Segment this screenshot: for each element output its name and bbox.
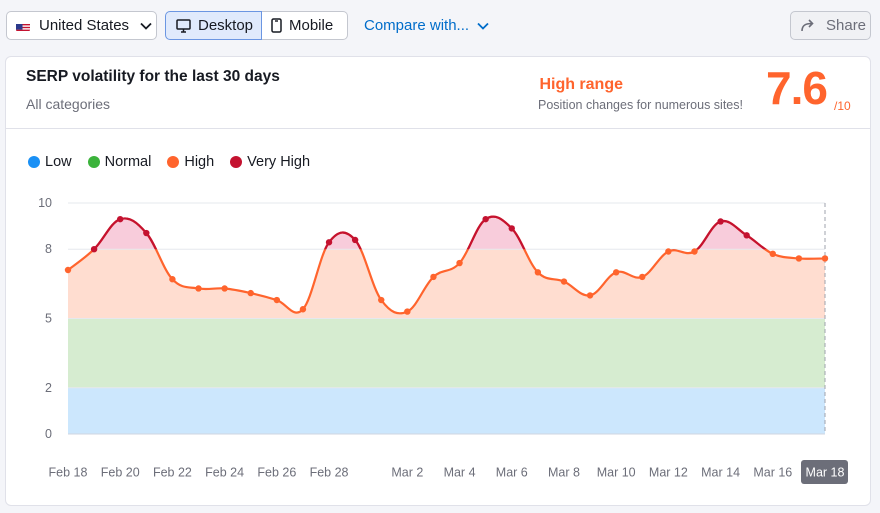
data-point — [691, 248, 698, 255]
band-high — [68, 249, 825, 319]
y-tick-label: 2 — [45, 381, 52, 395]
desktop-tab[interactable]: Desktop — [165, 11, 262, 40]
x-tick-label: Feb 28 — [310, 466, 349, 480]
data-point — [534, 269, 542, 276]
x-tick-label: Mar 6 — [496, 466, 528, 480]
x-tick-label: Feb 24 — [205, 466, 244, 480]
share-button[interactable]: Share — [790, 11, 871, 40]
data-point — [143, 229, 150, 237]
mobile-tab[interactable]: Mobile — [262, 11, 348, 40]
band-very-high — [68, 216, 825, 250]
data-point — [456, 259, 463, 267]
data-point — [90, 246, 98, 253]
y-tick-label: 0 — [45, 427, 52, 441]
data-point — [117, 215, 124, 223]
data-point — [743, 232, 750, 239]
x-tick-label: Mar 16 — [753, 466, 792, 480]
data-point — [351, 236, 359, 244]
data-point — [325, 239, 333, 246]
x-tick-label: Feb 26 — [257, 466, 296, 480]
data-point — [247, 289, 254, 297]
data-point — [273, 296, 281, 304]
x-tick-label: Mar 12 — [649, 466, 688, 480]
x-tick-label: Mar 10 — [597, 466, 636, 480]
x-tick-label-selected: Mar 18 — [806, 466, 845, 480]
share-label: Share — [826, 17, 867, 34]
country-label: United States — [39, 17, 130, 34]
compare-dropdown[interactable]: Compare with... — [364, 17, 489, 34]
x-tick-label: Feb 18 — [49, 466, 88, 480]
data-point — [665, 248, 672, 255]
data-point — [299, 306, 307, 313]
mobile-label: Mobile — [289, 17, 334, 34]
x-tick-label: Mar 8 — [548, 466, 580, 480]
data-point — [482, 215, 489, 223]
desktop-label: Desktop — [198, 17, 254, 34]
data-point — [586, 292, 594, 299]
country-select[interactable]: United States — [6, 11, 157, 40]
data-point — [221, 285, 228, 292]
chevron-down-icon — [140, 22, 152, 30]
desktop-icon — [176, 18, 191, 33]
data-point — [508, 225, 515, 232]
x-tick-label: Mar 2 — [391, 466, 423, 480]
data-point — [169, 276, 176, 283]
share-arrow-icon — [801, 19, 814, 32]
x-tick-label: Mar 14 — [701, 466, 740, 480]
volatility-chart: 0 2 5 8 10 Feb 18 Feb 20 Feb 22 Feb 24 Feb 26 Feb … — [38, 196, 848, 484]
x-tick-label: Feb 22 — [153, 466, 192, 480]
data-point — [795, 255, 803, 262]
us-flag-icon — [16, 21, 30, 31]
toolbar: United States Desktop Mobile Compare wit… — [0, 0, 880, 50]
device-toggle: Desktop Mobile — [165, 11, 348, 40]
data-point — [769, 250, 776, 258]
y-tick-label: 10 — [38, 196, 52, 210]
band-low — [68, 387, 825, 434]
data-point — [378, 296, 385, 304]
data-point — [64, 266, 72, 274]
data-point — [821, 255, 829, 262]
data-point — [195, 285, 202, 292]
volatility-card: SERP volatility for the last 30 days All… — [5, 56, 871, 506]
mobile-icon — [271, 18, 282, 33]
compare-label: Compare with... — [364, 17, 470, 34]
data-point — [430, 273, 437, 281]
data-point — [717, 218, 724, 225]
y-tick-label: 5 — [45, 312, 52, 326]
y-tick-label: 8 — [45, 242, 52, 256]
chevron-down-icon — [477, 22, 489, 30]
data-point — [639, 273, 646, 281]
data-point — [404, 308, 411, 315]
data-point — [612, 269, 620, 276]
x-tick-label: Feb 20 — [101, 466, 140, 480]
data-point — [560, 278, 568, 285]
band-normal — [68, 318, 825, 388]
x-tick-label: Mar 4 — [444, 466, 476, 480]
